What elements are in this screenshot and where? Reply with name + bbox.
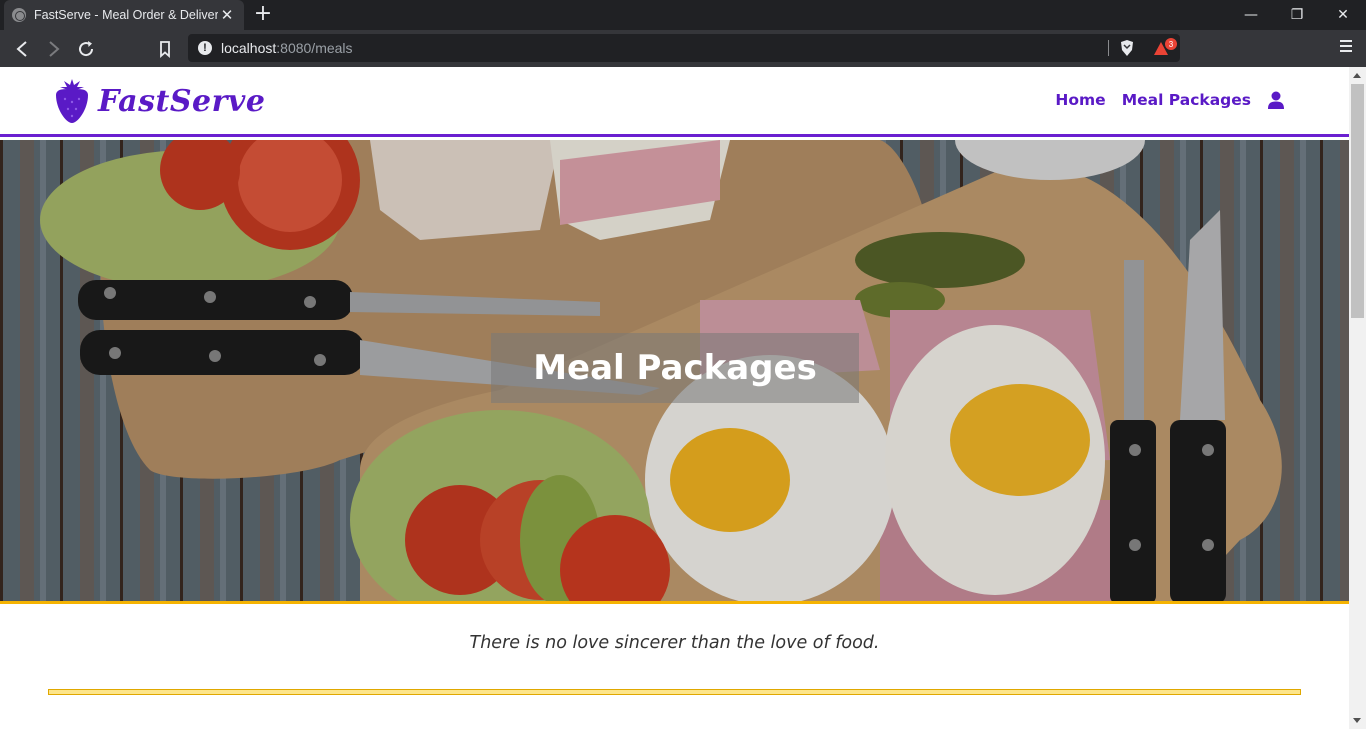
- nav-home-link[interactable]: Home: [1055, 91, 1105, 109]
- restore-icon[interactable]: ❐: [1274, 0, 1320, 30]
- brave-rewards-icon[interactable]: 3: [1152, 38, 1178, 58]
- user-icon[interactable]: [1267, 91, 1285, 109]
- forward-icon[interactable]: [42, 37, 66, 61]
- tagline-quote: There is no love sincerer than the love …: [469, 633, 880, 653]
- hero-title-box: Meal Packages: [491, 333, 859, 403]
- site-logo[interactable]: FastServe: [52, 77, 265, 125]
- scroll-down-arrow-icon[interactable]: [1353, 718, 1361, 723]
- page-scrollbar[interactable]: [1349, 67, 1366, 729]
- hero-banner: Meal Packages: [0, 140, 1349, 604]
- bookmark-icon[interactable]: [153, 37, 177, 61]
- minimize-icon[interactable]: —: [1228, 0, 1274, 30]
- hamburger-menu-icon[interactable]: [1340, 40, 1352, 55]
- close-tab-icon[interactable]: ✕: [218, 6, 236, 24]
- reload-icon[interactable]: [74, 37, 98, 61]
- main-nav: Home Meal Packages: [1039, 91, 1285, 109]
- rewards-count: 3: [1169, 40, 1174, 49]
- site-header: FastServe Home Meal Packages: [0, 67, 1349, 137]
- window-close-icon[interactable]: ✕: [1320, 0, 1366, 30]
- scroll-up-arrow-icon[interactable]: [1353, 73, 1361, 78]
- section-divider: [48, 689, 1301, 695]
- strawberry-icon: [56, 79, 88, 123]
- address-bar[interactable]: ! localhost:8080/meals 3: [188, 34, 1180, 62]
- back-icon[interactable]: [10, 37, 34, 61]
- browser-tab[interactable]: FastServe - Meal Order & Delivery ✕: [4, 0, 244, 30]
- hero-title: Meal Packages: [533, 348, 817, 388]
- url-text: localhost:8080/meals: [221, 40, 353, 56]
- nav-meal-packages-link[interactable]: Meal Packages: [1122, 91, 1251, 109]
- scrollbar-thumb[interactable]: [1351, 84, 1364, 318]
- globe-icon: [12, 8, 26, 22]
- new-tab-icon[interactable]: +: [252, 3, 274, 27]
- brand-name: FastServe: [98, 83, 266, 119]
- info-icon[interactable]: !: [198, 41, 212, 55]
- omnibox-divider: [1108, 40, 1109, 56]
- browser-tab-bar: FastServe - Meal Order & Delivery ✕ + — …: [0, 0, 1366, 30]
- browser-toolbar: ! localhost:8080/meals 3: [0, 30, 1366, 67]
- tab-title: FastServe - Meal Order & Delivery: [34, 8, 218, 22]
- page-viewport: FastServe Home Meal Packages Meal Packag…: [0, 67, 1349, 729]
- brave-shield-icon[interactable]: [1118, 39, 1136, 57]
